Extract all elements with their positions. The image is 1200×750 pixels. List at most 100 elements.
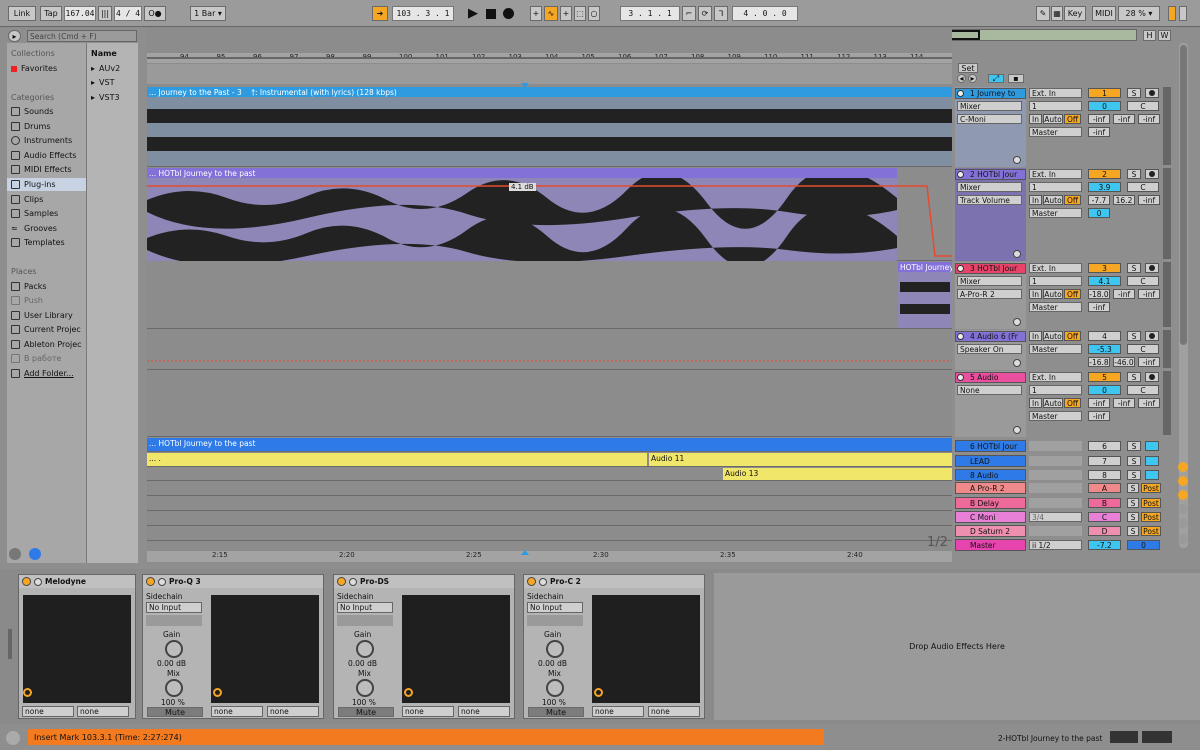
return-activator-2[interactable]: B [1088,498,1121,508]
pan-field-5[interactable]: C [1127,385,1159,395]
group-activator-1[interactable]: 6 [1088,441,1121,451]
add-lane-icon[interactable] [1013,426,1021,434]
track-name-1[interactable]: 1 Journey to [955,88,1026,99]
add-lane-icon[interactable] [1013,250,1021,258]
send-c-2[interactable]: -inf [1138,195,1160,205]
return-name-1[interactable]: A Pro-R 2 [955,482,1026,494]
returns-toggle-icon[interactable] [1178,490,1188,500]
input-channel-5[interactable]: 1 [1029,385,1082,395]
output-select-2[interactable]: Master [1029,208,1082,218]
status-toggle-icon[interactable] [6,731,20,745]
device-melodyne[interactable]: Melodyne none none [18,574,136,719]
group-name-2[interactable]: LEAD [955,455,1026,467]
collapse-icon[interactable] [349,577,357,586]
return-solo-4[interactable]: S [1127,526,1139,536]
sidechain-select[interactable]: No Input [146,602,202,613]
send-d-2[interactable]: 0 [1088,208,1110,218]
automation-param-1[interactable]: C-Moni [957,114,1022,124]
send-a-5[interactable]: -inf [1088,398,1110,408]
sidechain-select[interactable]: No Input [527,602,583,613]
power-icon[interactable] [337,577,346,586]
monitor-off-4[interactable]: Off [1064,331,1081,341]
track-name-2[interactable]: 2 HOTbl Jour [955,169,1026,180]
track-activator-3[interactable]: 3 [1088,263,1121,273]
send-a-3[interactable]: -18.0 [1088,289,1110,299]
sidechain-channel[interactable] [337,615,393,626]
mute-button[interactable]: Mute [528,707,584,717]
device-chooser-5[interactable]: None [957,385,1022,395]
power-icon[interactable] [22,577,31,586]
track-activator-5[interactable]: 5 [1088,372,1121,382]
automation-param-3[interactable]: A-Pro-R 2 [957,289,1022,299]
group-solo-2[interactable]: S [1127,456,1141,466]
monitor-off-1[interactable]: Off [1064,114,1081,124]
volume-field-2[interactable]: 3.9 [1088,182,1121,192]
monitor-in-5[interactable]: In [1029,398,1042,408]
delay-toggle-icon[interactable] [1178,534,1188,544]
output-select-3[interactable]: Master [1029,302,1082,312]
volume-field-1[interactable]: 0 [1088,101,1121,111]
group-solo-3[interactable]: S [1127,470,1141,480]
group-activator-3[interactable]: 8 [1088,470,1121,480]
pan-field-1[interactable]: C [1127,101,1159,111]
return-activator-4[interactable]: D [1088,526,1121,536]
monitor-off-2[interactable]: Off [1064,195,1081,205]
return-c-channel[interactable]: 3/4 [1029,512,1082,522]
volume-field-4[interactable]: -5.3 [1088,344,1121,354]
monitor-in-2[interactable]: In [1029,195,1042,205]
add-lane-icon[interactable] [1013,318,1021,326]
mix-knob[interactable] [546,679,564,697]
pan-field-4[interactable]: C [1127,344,1159,354]
return-solo-1[interactable]: S [1127,483,1139,493]
send-b-3[interactable]: -inf [1113,289,1135,299]
input-type-2[interactable]: Ext. In [1029,169,1082,179]
send-a-1[interactable]: -inf [1088,114,1110,124]
track-activator-4[interactable]: 4 [1088,331,1121,341]
send-b-1[interactable]: -inf [1113,114,1135,124]
track-activator-2[interactable]: 2 [1088,169,1121,179]
scrollbar-thumb[interactable] [1180,45,1187,345]
device-view-icon[interactable] [1142,731,1172,743]
send-c-5[interactable]: -inf [1138,398,1160,408]
track-name-5[interactable]: 5 Audio [955,372,1026,383]
add-lane-icon[interactable] [1013,156,1021,164]
monitor-in-1[interactable]: In [1029,114,1042,124]
pan-field-2[interactable]: C [1127,182,1159,192]
group-name-1[interactable]: 6 HOTbl Jour [955,440,1026,452]
collapse-icon[interactable] [158,577,166,586]
track-fold-icon[interactable] [957,90,964,97]
midi-channel-select[interactable]: none [267,706,319,717]
device-chooser-1[interactable]: Mixer [957,101,1022,111]
gain-knob[interactable] [356,640,374,658]
return-name-3[interactable]: C Moni [955,511,1026,523]
mixer-toggle-icon[interactable] [1178,504,1188,514]
track-activator-1[interactable]: 1 [1088,88,1121,98]
send-d-5[interactable]: -inf [1088,411,1110,421]
solo-button-1[interactable]: S [1127,88,1141,98]
send-c-3[interactable]: -inf [1138,289,1160,299]
group-arm-1[interactable] [1145,441,1159,451]
track-fold-icon[interactable] [957,171,964,178]
power-icon[interactable] [527,577,536,586]
send-a-4[interactable]: -16.8 [1088,357,1110,367]
midi-from-select[interactable]: none [22,706,74,717]
mute-button[interactable]: Mute [338,707,394,717]
sends-toggle-icon[interactable] [1178,476,1188,486]
return-post-2[interactable]: Post [1141,498,1161,508]
solo-button-4[interactable]: S [1127,331,1141,341]
track-fold-icon[interactable] [957,333,964,340]
drop-effects-zone[interactable]: Drop Audio Effects Here [714,573,1200,720]
io-toggle-icon[interactable] [1178,462,1188,472]
device-pro-ds[interactable]: Pro-DS Sidechain No Input Gain 0.00 dB M… [333,574,515,719]
collapse-icon[interactable] [539,577,547,586]
send-d-1[interactable]: -inf [1088,127,1110,137]
return-post-3[interactable]: Post [1141,512,1161,522]
midi-channel-select[interactable]: none [458,706,510,717]
send-b-2[interactable]: 16.2 [1113,195,1135,205]
crossfader-toggle-icon[interactable] [1178,518,1188,528]
pan-field-3[interactable]: C [1127,276,1159,286]
midi-from-select[interactable]: none [402,706,454,717]
return-name-2[interactable]: B Delay [955,497,1026,509]
device-chooser-3[interactable]: Mixer [957,276,1022,286]
group-activator-2[interactable]: 7 [1088,456,1121,466]
